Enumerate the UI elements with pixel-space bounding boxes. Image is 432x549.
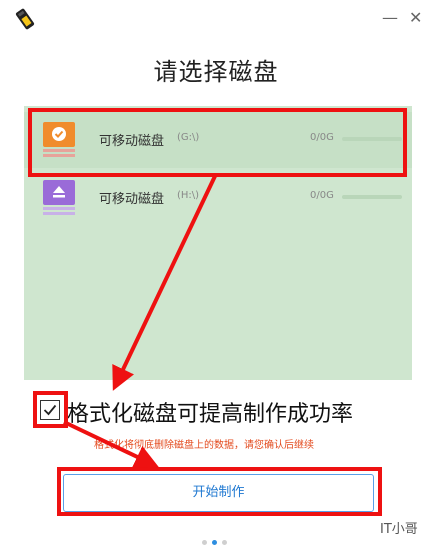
annotation-box-checkbox [33, 391, 68, 428]
disk-path: (H:\) [177, 190, 200, 201]
disk-capacity: 0/0G [310, 190, 334, 201]
page-title: 请选择磁盘 [153, 58, 279, 86]
close-icon[interactable]: ✕ [409, 10, 422, 26]
annotation-box-disk [28, 108, 407, 177]
disk-item-h[interactable]: 可移动磁盘 (H:\) 0/0G [24, 170, 412, 226]
page-dot-active[interactable] [212, 540, 217, 545]
format-warning-text: 格式化将彻底删除磁盘上的数据，请您确认后继续 [94, 440, 314, 451]
usb-drive-eject-icon [42, 180, 76, 216]
watermark: IT小哥 [380, 522, 418, 537]
annotation-box-start [57, 467, 382, 516]
disk-capacity-bar [342, 195, 402, 199]
minimize-icon[interactable]: — [382, 10, 398, 26]
app-logo-icon [12, 6, 38, 32]
page-dot[interactable] [222, 540, 227, 545]
page-dot[interactable] [202, 540, 207, 545]
format-option-label: 格式化磁盘可提高制作成功率 [67, 402, 354, 427]
page-indicator [202, 530, 232, 549]
disk-name: 可移动磁盘 [99, 192, 165, 207]
